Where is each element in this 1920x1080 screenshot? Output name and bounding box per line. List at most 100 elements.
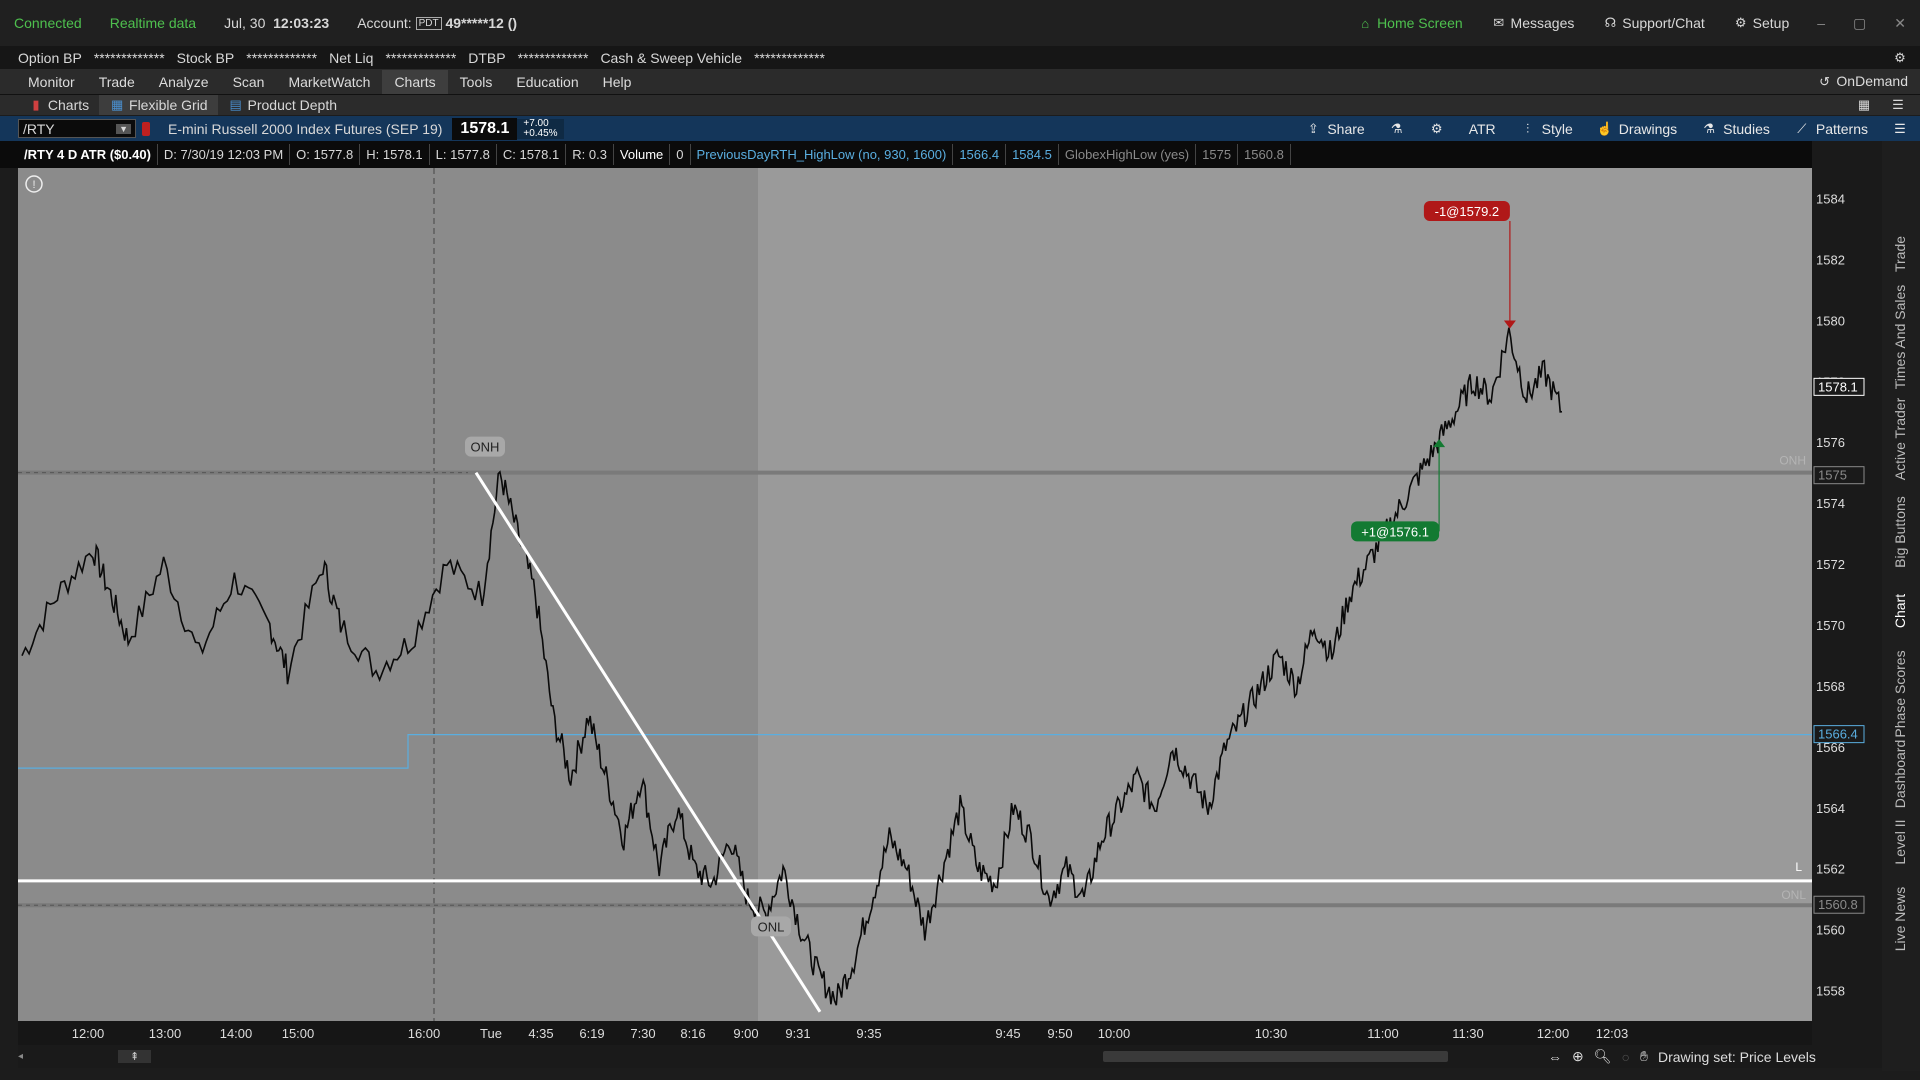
time-axis[interactable]: 12:00 13:00 14:00 15:00 16:00 Tue 4:35 6:19 7:30…	[18, 1021, 1812, 1045]
gear-icon: ⚙	[1430, 120, 1443, 136]
info-volume-value: 0	[670, 144, 691, 165]
time-tick-label: 9:45	[995, 1026, 1020, 1041]
date-time: Jul, 30 12:03:23	[210, 15, 343, 31]
account-number: 49*****12 ()	[445, 15, 518, 31]
symbol-dropdown-icon[interactable]: ▼	[116, 123, 131, 134]
account-selector[interactable]: Account: PDT 49*****12 ()	[343, 15, 531, 31]
close-button[interactable]: ✕	[1880, 15, 1920, 32]
stock-bp-label: Stock BP	[176, 49, 235, 66]
sell-order-badge: -1@1579.2	[1423, 201, 1510, 221]
time-tick-label: 11:00	[1367, 1026, 1399, 1041]
setup-button[interactable]: ⚙ Setup	[1719, 15, 1803, 31]
menu-tools[interactable]: Tools	[448, 70, 505, 94]
candlestick-icon: ⫶	[1526, 120, 1530, 136]
share-button[interactable]: ⇪ Share	[1293, 116, 1376, 141]
pdt-badge: PDT	[415, 16, 442, 30]
price-tick-label: 1582	[1816, 252, 1845, 267]
info-high: H: 1578.1	[360, 144, 430, 165]
price-tick-label: 1564	[1816, 801, 1845, 816]
change-value: +7.00	[523, 117, 549, 129]
zoom-out-icon[interactable]: ○	[1622, 1049, 1630, 1065]
time-tick-label: 10:00	[1098, 1026, 1131, 1041]
ondemand-button[interactable]: ↺ OnDemand	[1805, 69, 1920, 94]
time-tick-label: 10:30	[1255, 1026, 1288, 1041]
style-button[interactable]: ⫶ Style	[1508, 116, 1585, 141]
hand-icon[interactable]: ✋︎	[1640, 1048, 1648, 1065]
symbol-input[interactable]: /RTY ▼	[18, 119, 136, 138]
support-l-label: L	[1795, 860, 1802, 874]
chart-scrollbar[interactable]: ◂ ⇞ ⇔ ⊕ 🔍︎ ○ ✋︎ Drawing set: Price Level…	[18, 1045, 1894, 1068]
crosshair-icon[interactable]: ⊕	[1572, 1048, 1584, 1065]
onl-label: ONL	[751, 916, 791, 937]
home-label: Home Screen	[1377, 15, 1463, 31]
menu-education[interactable]: Education	[504, 70, 590, 94]
flask-button[interactable]: ⚗	[1377, 116, 1417, 141]
time-tick-label: 8:16	[680, 1026, 705, 1041]
subtab-product-depth[interactable]: ▤ Product Depth	[218, 95, 347, 115]
gear-icon: ⚙	[1734, 15, 1747, 30]
messages-button[interactable]: ✉ Messages	[1477, 15, 1589, 31]
chart-menu-button[interactable]: ☰	[1880, 116, 1920, 141]
flask-icon: ⚗	[1390, 120, 1403, 136]
study-prevday-label[interactable]: PreviousDayRTH_HighLow (no, 930, 1600)	[691, 144, 954, 165]
setup-label: Setup	[1752, 15, 1790, 31]
menu-analyze[interactable]: Analyze	[147, 70, 221, 94]
list-menu-icon[interactable]: ☰	[1890, 97, 1906, 113]
price-chart-svg[interactable]: ONH ONL ONH ONL L -1@1579.2 +1@1576.1 !	[18, 168, 1812, 1021]
patterns-button[interactable]: ⟋ Patterns	[1782, 116, 1880, 141]
last-price: 1578.1	[452, 117, 518, 140]
drawing-set-label[interactable]: Drawing set: Price Levels	[1658, 1049, 1816, 1065]
collapse-icon[interactable]: ⇞	[118, 1050, 152, 1063]
time-tick-label: 9:00	[733, 1026, 758, 1041]
menu-marketwatch[interactable]: MarketWatch	[276, 70, 382, 94]
thinkorswim-window: Connected Realtime data Jul, 30 12:03:23…	[0, 0, 1920, 1080]
price-tick-label: 1568	[1816, 679, 1845, 694]
info-range: R: 0.3	[566, 144, 614, 165]
study-prevday-value1: 1566.4	[953, 144, 1007, 165]
zoom-in-icon[interactable]: 🔍︎	[1594, 1048, 1612, 1065]
study-globex-label[interactable]: GlobexHighLow (yes)	[1059, 144, 1197, 165]
style-label: Style	[1541, 120, 1573, 137]
scroll-left-icon[interactable]: ◂	[18, 1051, 28, 1062]
maximize-button[interactable]: ▢	[1839, 15, 1880, 32]
subtab-flexible-grid[interactable]: ▦ Flexible Grid	[99, 95, 218, 115]
onl-right-label: ONL	[1781, 888, 1806, 902]
price-axis[interactable]: 1584158215801578157615741572157015681566…	[1812, 141, 1882, 1045]
chart-subtabs: ▮ Charts ▦ Flexible Grid ▤ Product Depth…	[0, 95, 1920, 115]
subtab-charts[interactable]: ▮ Charts	[18, 95, 99, 115]
settings-gear-icon[interactable]: ⚙	[1892, 50, 1908, 66]
pan-horizontal-icon[interactable]: ⇔	[1548, 1049, 1562, 1065]
realtime-status[interactable]: Realtime data	[96, 15, 210, 31]
chart-title: /RTY 4 D ATR ($0.40)	[18, 144, 158, 165]
menu-scan[interactable]: Scan	[221, 70, 277, 94]
price-chart[interactable]: ONH ONL ONH ONL L -1@1579.2 +1@1576.1 !	[18, 168, 1812, 1021]
atr-button[interactable]: ATR	[1457, 116, 1508, 141]
menu-monitor[interactable]: Monitor	[16, 70, 87, 94]
buy-order-badge-text: +1@1576.1	[1361, 524, 1429, 539]
drawings-button[interactable]: ☝ Drawings	[1585, 116, 1689, 141]
study-globex-value2: 1560.8	[1238, 144, 1291, 165]
scroll-thumb[interactable]	[1103, 1051, 1448, 1062]
change-percent: +0.45%	[523, 127, 558, 139]
home-screen-button[interactable]: ⌂ Home Screen	[1343, 15, 1476, 31]
home-icon: ⌂	[1361, 15, 1370, 31]
svg-text:!: !	[32, 179, 35, 191]
flask-icon: ⚗	[1703, 120, 1715, 136]
bar-chart-icon: ▮	[32, 97, 40, 112]
drawings-label: Drawings	[1618, 120, 1678, 137]
menu-charts[interactable]: Charts	[382, 69, 448, 94]
patterns-icon: ⟋	[1797, 120, 1807, 136]
time-tick-label: 13:00	[149, 1026, 182, 1041]
menu-trade[interactable]: Trade	[87, 70, 147, 94]
time-tick-label: 15:00	[282, 1026, 315, 1041]
alert-flag-icon[interactable]	[142, 121, 150, 136]
studies-button[interactable]: ⚗ Studies	[1689, 116, 1782, 141]
minimize-button[interactable]: –	[1803, 15, 1839, 31]
grid-layout-icon[interactable]: ▦	[1856, 97, 1872, 113]
price-label-text: 1578.1	[1818, 379, 1858, 394]
menu-help[interactable]: Help	[591, 70, 644, 94]
symbol-description: E-mini Russell 2000 Index Futures (SEP 1…	[168, 120, 443, 137]
chart-settings-button[interactable]: ⚙	[1417, 116, 1457, 141]
rail-tab-live-news[interactable]: Live News	[1892, 859, 1908, 979]
support-chat-button[interactable]: ☊ Support/Chat	[1588, 15, 1718, 31]
